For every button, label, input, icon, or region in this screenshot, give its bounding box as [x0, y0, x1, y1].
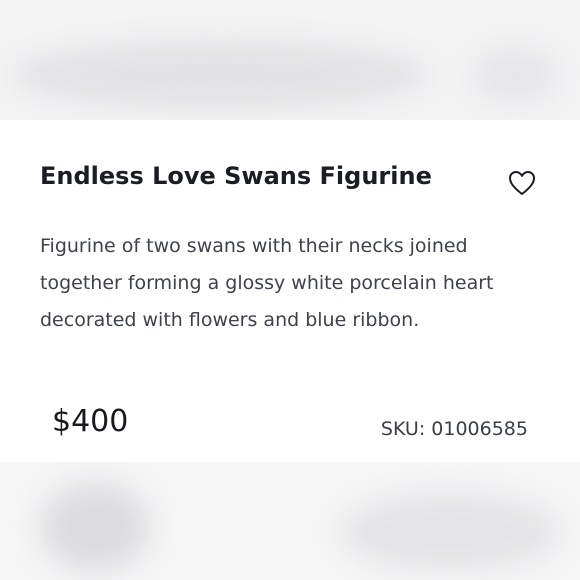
product-title: Endless Love Swans Figurine [40, 162, 432, 190]
heart-icon [509, 171, 535, 195]
product-sku: SKU: 01006585 [380, 418, 528, 440]
product-price: $400 [52, 404, 129, 439]
blurred-image-bottom [0, 462, 580, 580]
page: Endless Love Swans Figurine Figurine of … [0, 0, 580, 580]
blurred-image-top [0, 0, 580, 120]
favorite-button[interactable] [507, 168, 537, 198]
product-card: Endless Love Swans Figurine Figurine of … [0, 120, 580, 462]
product-description: Figurine of two swans with their necks j… [40, 235, 494, 331]
